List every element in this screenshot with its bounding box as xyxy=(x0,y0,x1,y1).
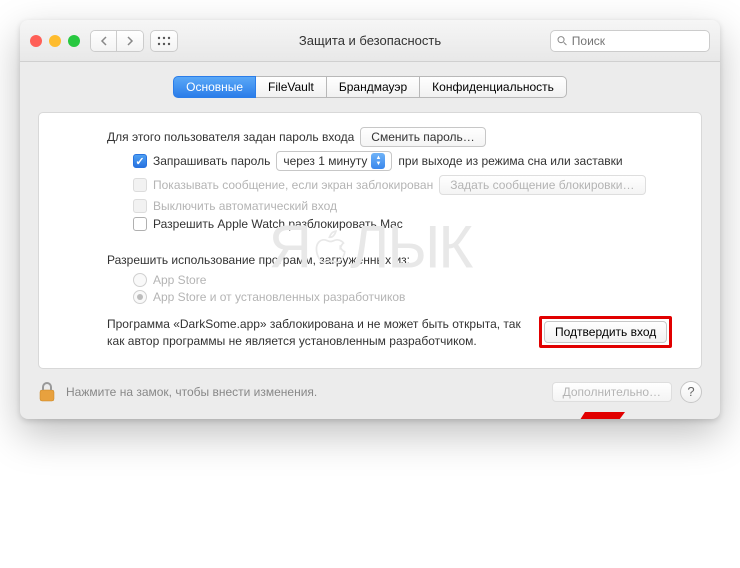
highlight-annotation: Подтвердить вход xyxy=(539,316,672,348)
confirm-open-button[interactable]: Подтвердить вход xyxy=(544,321,667,343)
tab-firewall[interactable]: Брандмауэр xyxy=(326,76,420,98)
require-password-delay-select[interactable]: через 1 минуту ▲▼ xyxy=(276,151,392,171)
require-password-checkbox[interactable] xyxy=(133,154,147,168)
chevron-right-icon xyxy=(126,36,134,46)
search-icon xyxy=(557,35,568,47)
disable-auto-login-row: Выключить автоматический вход xyxy=(133,199,685,213)
zoom-window-button[interactable] xyxy=(68,35,80,47)
lock-button[interactable] xyxy=(38,381,56,403)
help-button[interactable]: ? xyxy=(680,381,702,403)
lock-icon xyxy=(38,381,56,403)
footer-right: Дополнительно… ? xyxy=(552,381,702,403)
change-password-button[interactable]: Сменить пароль… xyxy=(360,127,486,147)
lock-hint-text: Нажмите на замок, чтобы внести изменения… xyxy=(66,385,317,399)
show-all-button[interactable] xyxy=(150,30,178,52)
tab-general[interactable]: Основные xyxy=(173,76,256,98)
nav-buttons xyxy=(90,30,144,52)
allow-apple-watch-label: Разрешить Apple Watch разблокировать Mac xyxy=(153,217,403,231)
grid-icon xyxy=(157,36,171,46)
password-set-label: Для этого пользователя задан пароль вход… xyxy=(107,130,354,144)
apple-watch-row: Разрешить Apple Watch разблокировать Mac xyxy=(133,217,685,231)
radio-identified-label: App Store и от установленных разработчик… xyxy=(153,290,405,304)
minimize-window-button[interactable] xyxy=(49,35,61,47)
window-title: Защита и безопасность xyxy=(299,33,441,48)
chevron-left-icon xyxy=(100,36,108,46)
password-row: Для этого пользователя задан пароль вход… xyxy=(107,127,685,147)
close-window-button[interactable] xyxy=(30,35,42,47)
radio-identified-row: App Store и от установленных разработчик… xyxy=(133,290,685,304)
show-message-row: Показывать сообщение, если экран заблоки… xyxy=(133,175,685,195)
tabs: Основные FileVault Брандмауэр Конфиденци… xyxy=(38,76,702,98)
allow-apple-watch-checkbox[interactable] xyxy=(133,217,147,231)
back-button[interactable] xyxy=(91,31,117,51)
require-password-suffix: при выходе из режима сна или заставки xyxy=(398,154,622,168)
radio-appstore-row: App Store xyxy=(133,273,685,287)
radio-identified xyxy=(133,290,147,304)
stepper-arrows-icon: ▲▼ xyxy=(371,153,385,169)
preferences-window: Защита и безопасность Основные FileVault… xyxy=(20,20,720,419)
require-password-label: Запрашивать пароль xyxy=(153,154,270,168)
require-password-row: Запрашивать пароль через 1 минуту ▲▼ при… xyxy=(133,151,685,171)
disable-auto-login-label: Выключить автоматический вход xyxy=(153,199,337,213)
show-message-label: Показывать сообщение, если экран заблоки… xyxy=(153,178,433,192)
show-message-checkbox xyxy=(133,178,147,192)
traffic-lights xyxy=(30,35,80,47)
search-input[interactable] xyxy=(572,34,703,48)
set-lock-message-button: Задать сообщение блокировки… xyxy=(439,175,645,195)
radio-appstore-label: App Store xyxy=(153,273,206,287)
require-password-delay-value: через 1 минуту xyxy=(283,154,367,168)
search-field[interactable] xyxy=(550,30,710,52)
disable-auto-login-checkbox xyxy=(133,199,147,213)
advanced-button[interactable]: Дополнительно… xyxy=(552,382,672,402)
radio-appstore xyxy=(133,273,147,287)
forward-button[interactable] xyxy=(117,31,143,51)
footer: Нажмите на замок, чтобы внести изменения… xyxy=(20,369,720,419)
tab-filevault[interactable]: FileVault xyxy=(255,76,327,98)
download-section-heading: Разрешить использование программ, загруж… xyxy=(107,253,685,267)
titlebar: Защита и безопасность xyxy=(20,20,720,62)
content: Основные FileVault Брандмауэр Конфиденци… xyxy=(20,62,720,369)
blocked-app-message: Программа «DarkSome.app» заблокирована и… xyxy=(107,316,527,350)
tab-privacy[interactable]: Конфиденциальность xyxy=(419,76,567,98)
general-panel: Я ЛЫК Для этого пользователя задан парол… xyxy=(38,112,702,369)
blocked-app-row: Программа «DarkSome.app» заблокирована и… xyxy=(107,316,677,350)
